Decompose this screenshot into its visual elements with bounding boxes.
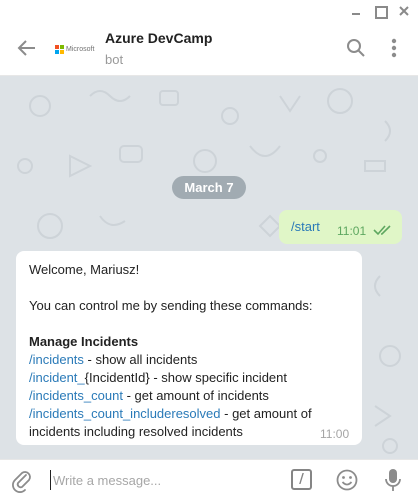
more-button[interactable] [384,36,404,60]
outgoing-message-text: /start [291,219,320,234]
text-caret [50,470,51,490]
back-button[interactable] [15,36,39,60]
command-description-wrap: incidents including resolved incidents [29,424,243,439]
search-button[interactable] [344,36,368,60]
command-line: /incidents_count_includeresolved - get a… [29,406,312,421]
close-window-button[interactable] [397,4,411,18]
date-separator: March 7 [172,176,246,199]
voice-message-button[interactable] [383,467,403,493]
paperclip-icon [12,471,31,493]
command-link-incidents[interactable]: /incidents [29,352,84,367]
chat-area[interactable]: March 7 /start 11:01 Welcome, Mariusz! Y… [0,76,418,459]
arrow-left-icon [17,40,35,56]
greeting-text: Welcome, Mariusz! [29,262,140,277]
command-link-incident[interactable]: /incident_ [29,370,85,385]
attach-button[interactable] [10,469,34,493]
incoming-message-time: 11:00 [320,427,350,441]
intro-text: You can control me by sending these comm… [29,298,313,313]
maximize-button[interactable] [373,4,388,19]
message-composer: / [0,459,418,501]
chat-header: Microsoft Azure DevCamp bot [0,23,418,76]
command-link-incidents-count-includeresolved[interactable]: /incidents_count_includeresolved [29,406,221,421]
command-description: - get amount of [220,406,312,421]
microsoft-logo-icon [55,44,64,54]
command-description: - show all incidents [83,352,198,367]
bot-commands-button[interactable]: / [291,469,312,490]
search-icon [347,39,365,57]
avatar-logo-text: Microsoft [66,45,95,53]
command-line: /incidents_count - get amount of inciden… [29,388,269,403]
command-description: {IncidentId} - show specific incident [84,370,287,385]
outgoing-message[interactable]: /start 11:01 [279,210,402,244]
outgoing-message-time: 11:01 [337,224,367,238]
avatar[interactable]: Microsoft [55,36,97,62]
microphone-icon [385,469,401,491]
emoji-button[interactable] [336,469,358,491]
minimize-button[interactable] [349,4,363,18]
incoming-message[interactable]: Welcome, Mariusz! You can control me by … [16,251,362,445]
window-titlebar [0,0,418,23]
chat-subtitle: bot [105,52,124,67]
section-heading: Manage Incidents [29,334,139,349]
command-description: - get amount of incidents [122,388,269,403]
message-input[interactable] [53,468,273,492]
command-line: /incidents - show all incidents [29,352,197,367]
more-vertical-icon [391,38,397,58]
chat-title[interactable]: Azure DevCamp [105,30,212,46]
smile-icon [336,469,358,491]
command-link-incidents-count[interactable]: /incidents_count [29,388,123,403]
command-line: /incident_{IncidentId} - show specific i… [29,370,287,385]
double-check-icon [373,225,391,236]
close-icon [399,6,409,16]
